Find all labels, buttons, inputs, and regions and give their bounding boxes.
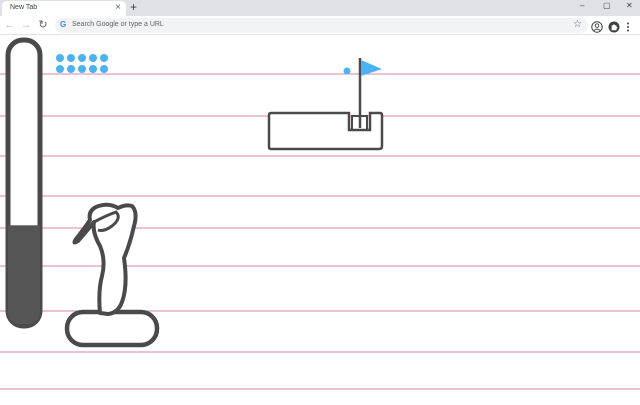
ball-remaining-icon [78, 65, 86, 73]
ball-remaining-icon [89, 65, 97, 73]
tab-new-tab[interactable]: New Tab × [2, 1, 126, 16]
game-canvas[interactable] [0, 36, 640, 400]
ball-remaining-icon [89, 54, 97, 62]
reload-icon[interactable]: ↻ [36, 18, 50, 32]
game-area[interactable] [0, 36, 640, 400]
browser-toolbar: ← → ↻ G Search Google or type a URL ☆ [0, 16, 640, 35]
power-meter-fill [8, 225, 40, 324]
minimize-button[interactable]: – [580, 1, 584, 10]
ball-remaining-icon [100, 65, 108, 73]
golfer-body [72, 202, 138, 316]
omnibox-placeholder: Search Google or type a URL [72, 21, 164, 28]
ball-remaining-icon [56, 65, 64, 73]
golfer-pedestal [64, 309, 160, 348]
new-tab-button[interactable]: + [130, 0, 137, 15]
power-meter [5, 37, 43, 329]
maximize-button[interactable]: ▢ [603, 1, 611, 10]
omnibox[interactable]: G Search Google or type a URL ☆ [55, 18, 588, 33]
ball-remaining-icon [56, 54, 64, 62]
golfer-icon [64, 202, 160, 348]
back-arrow-icon[interactable]: ← [3, 18, 17, 32]
close-window-button[interactable]: ✕ [626, 1, 633, 10]
golf-ball [343, 67, 351, 75]
forward-arrow-icon[interactable]: → [19, 18, 33, 32]
ball-remaining-icon [78, 54, 86, 62]
tab-strip: New Tab × + – ▢ ✕ [0, 0, 640, 16]
tab-close-icon[interactable]: × [115, 2, 121, 14]
google-icon: G [60, 20, 67, 29]
tab-title: New Tab [10, 4, 38, 11]
ball-remaining-icon [67, 54, 75, 62]
balls-remaining [56, 54, 108, 73]
hole-platform [267, 111, 384, 151]
bookmark-star-icon[interactable]: ☆ [573, 19, 582, 30]
ball-remaining-icon [67, 65, 75, 73]
ball-remaining-icon [100, 54, 108, 62]
